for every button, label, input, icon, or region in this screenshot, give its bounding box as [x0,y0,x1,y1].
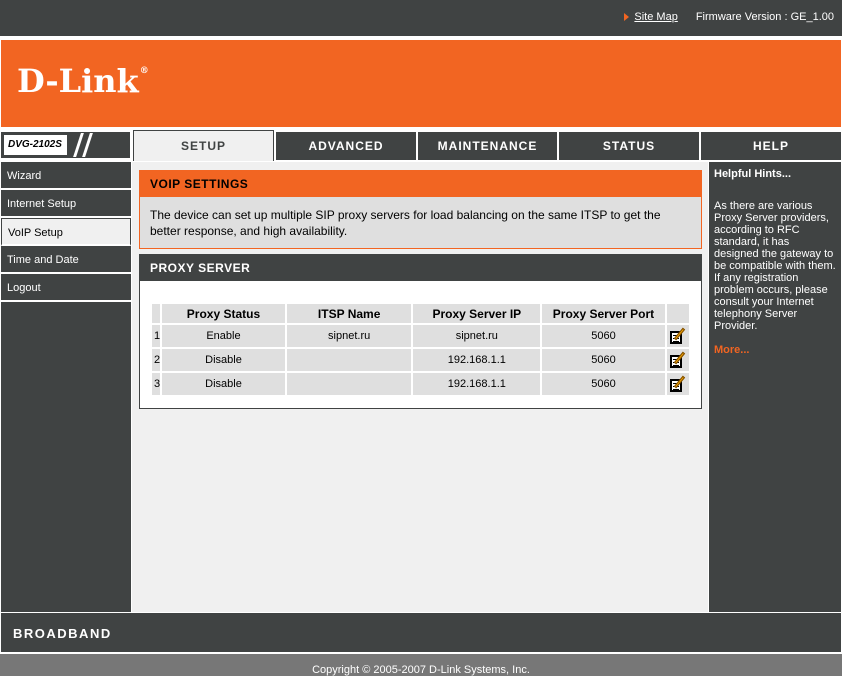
header-proxy-status: Proxy Status [162,304,285,323]
cell-port: 5060 [542,373,665,395]
sidebar: Wizard Internet Setup VoIP Setup Time an… [1,162,131,612]
cell-edit [666,325,689,347]
hints-text: As there are various Proxy Server provid… [714,200,836,332]
sidebar-item-voip-setup[interactable]: VoIP Setup [1,218,131,246]
sidebar-item-logout[interactable]: Logout [1,274,131,302]
registered-mark: ® [139,66,149,76]
site-map-link[interactable]: Site Map [634,11,677,23]
proxy-server-section: PROXY SERVER Proxy Status ITSP Name Prox… [139,254,702,409]
edit-icon[interactable] [669,375,687,392]
header-num [152,304,161,323]
header-itsp-name: ITSP Name [286,304,412,323]
tab-setup[interactable]: SETUP [133,130,274,161]
header-banner: D-Link® [1,40,841,127]
hints-title: Helpful Hints... [714,168,791,180]
section-title: VOIP SETTINGS [140,171,701,197]
table-row: 2 Disable 192.168.1.1 5060 [152,349,689,371]
helpful-hints-panel: Helpful Hints... As there are various Pr… [709,162,841,612]
copyright-bar: Copyright © 2005-2007 D-Link Systems, In… [0,654,842,676]
voip-settings-section: VOIP SETTINGS The device can set up mult… [139,170,702,249]
cell-ip: sipnet.ru [413,325,541,347]
dlink-logo: D-Link® [17,62,149,100]
main-content: VOIP SETTINGS The device can set up mult… [132,162,708,612]
section-description: The device can set up multiple SIP proxy… [150,208,661,238]
cell-ip: 192.168.1.1 [413,349,541,371]
top-bar: Site Map Firmware Version : GE_1.00 [0,0,842,36]
top-links: Site Map Firmware Version : GE_1.00 [624,11,834,23]
header-proxy-server-ip: Proxy Server IP [413,304,541,323]
more-link[interactable]: More... [714,344,836,356]
row-number: 2 [152,349,161,371]
proxy-table: Proxy Status ITSP Name Proxy Server IP P… [150,302,691,397]
tab-row: DVG-2102S SETUP ADVANCED MAINTENANCE STA… [0,130,842,161]
header-edit [666,304,689,323]
slash-decor-icon [82,133,93,157]
model-name: DVG-2102S [4,135,67,155]
sidebar-item-wizard[interactable]: Wizard [1,162,131,190]
table-row: 3 Disable 192.168.1.1 5060 [152,373,689,395]
header-proxy-server-port: Proxy Server Port [542,304,665,323]
cell-itsp: sipnet.ru [286,325,412,347]
cell-itsp [286,349,412,371]
cell-edit [666,349,689,371]
edit-icon[interactable] [669,327,687,344]
broadband-label: BROADBAND [13,626,112,641]
cell-port: 5060 [542,349,665,371]
section-title: PROXY SERVER [140,255,701,281]
tab-advanced[interactable]: ADVANCED [276,132,416,160]
cell-ip: 192.168.1.1 [413,373,541,395]
table-header-row: Proxy Status ITSP Name Proxy Server IP P… [152,304,689,323]
row-number: 1 [152,325,161,347]
cell-status: Disable [162,349,285,371]
cell-status: Enable [162,325,285,347]
model-badge: DVG-2102S [1,132,130,158]
cell-edit [666,373,689,395]
logo-text: D-Link [17,62,139,100]
cell-port: 5060 [542,325,665,347]
edit-icon[interactable] [669,351,687,368]
cell-itsp [286,373,412,395]
footer-bar: BROADBAND [1,613,841,652]
cell-status: Disable [162,373,285,395]
tab-status[interactable]: STATUS [559,132,699,160]
copyright-text: Copyright © 2005-2007 D-Link Systems, In… [312,664,530,676]
sidebar-item-internet-setup[interactable]: Internet Setup [1,190,131,218]
arrow-right-icon [624,13,630,21]
firmware-version: Firmware Version : GE_1.00 [695,11,834,23]
row-number: 3 [152,373,161,395]
tab-help[interactable]: HELP [701,132,841,160]
sidebar-item-time-and-date[interactable]: Time and Date [1,246,131,274]
table-row: 1 Enable sipnet.ru sipnet.ru 5060 [152,325,689,347]
tab-maintenance[interactable]: MAINTENANCE [418,132,557,160]
